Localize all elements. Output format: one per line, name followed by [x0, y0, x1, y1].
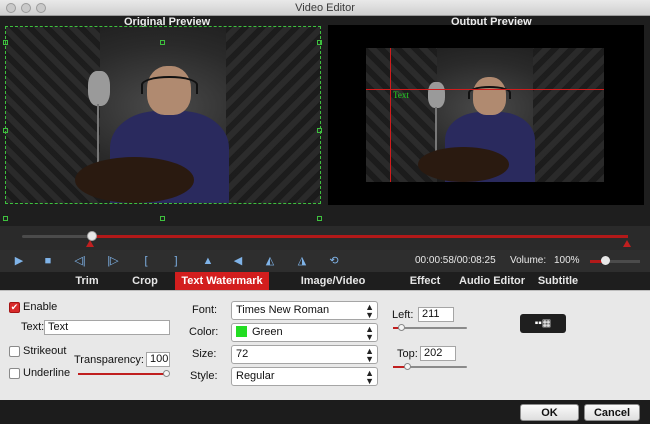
font-select-value: Times New Roman [236, 304, 330, 316]
color-select-value: Green [252, 326, 283, 338]
editor-tabs: Trim Crop Text Watermark Image/Video Wat… [0, 272, 650, 305]
color-swatch [236, 326, 247, 337]
original-preview-video[interactable] [5, 26, 321, 204]
transparency-slider-thumb[interactable] [163, 370, 170, 377]
style-label: Style: [190, 370, 218, 382]
tab-crop[interactable]: Crop [122, 272, 168, 290]
video-frame-image [366, 48, 604, 182]
crop-handle[interactable] [160, 216, 165, 221]
enable-checkbox[interactable]: ✔ [9, 302, 20, 313]
select-arrows-icon: ▲ ▼ [365, 302, 374, 320]
color-label: Color: [189, 326, 219, 338]
size-label: Size: [192, 348, 217, 360]
size-select[interactable]: 72 ▲ ▼ [231, 345, 378, 364]
cancel-button[interactable]: Cancel [584, 404, 640, 421]
top-label: Top: [397, 348, 418, 360]
crop-handle[interactable] [160, 40, 165, 45]
flip-icon[interactable]: ▲ [200, 253, 216, 269]
stop-icon[interactable]: ■ [40, 253, 56, 269]
volume-label: Volume: [510, 255, 547, 266]
enable-label: Enable [23, 301, 58, 313]
font-label: Font: [192, 304, 218, 316]
dialog-footer: OK Cancel [0, 400, 650, 424]
crop-handle[interactable] [317, 216, 322, 221]
select-arrows-icon: ▲ ▼ [365, 324, 374, 342]
playback-controls: ▶ ■ ◁| |▷ [ ] ▲ ◀ ◭ ◮ ⟲ 00:00:58/00:08:2… [0, 250, 650, 272]
snapshot-icon[interactable]: ⟲ [326, 253, 342, 269]
previous-frame-icon[interactable]: ◁| [72, 253, 88, 269]
transparency-slider-fill [78, 373, 166, 375]
output-preview-video [366, 48, 604, 182]
volume-value: 100% [554, 255, 580, 266]
watermark-position-button[interactable]: ▪▪▦ [520, 314, 566, 333]
underline-checkbox[interactable] [9, 368, 20, 379]
text-watermark-panel: ✔ Enable Text: Text Strikeout Transparen… [0, 290, 650, 400]
volume-slider-thumb[interactable] [601, 256, 610, 265]
tab-subtitle[interactable]: Subtitle [535, 272, 581, 290]
left-label: Left: [392, 309, 414, 321]
strikeout-checkbox[interactable] [9, 346, 20, 357]
tab-effect[interactable]: Effect [405, 272, 445, 290]
ok-button[interactable]: OK [520, 404, 579, 421]
mark-in-icon[interactable]: [ [138, 253, 154, 269]
time-display: 00:00:58/00:08:25 [415, 255, 496, 266]
color-select[interactable]: Green ▲ ▼ [231, 323, 378, 342]
end-marker[interactable] [623, 240, 631, 247]
tab-audio-editor[interactable]: Audio Editor [457, 272, 527, 290]
timeline [0, 226, 650, 250]
select-arrows-icon: ▲ ▼ [365, 368, 374, 386]
next-frame-icon[interactable]: |▷ [105, 253, 121, 269]
play-icon[interactable]: ▶ [11, 253, 27, 269]
watermark-guide-vertical [390, 48, 391, 182]
crop-handle[interactable] [3, 128, 8, 133]
mark-out-icon[interactable]: ] [168, 253, 184, 269]
flip-vertical-icon[interactable]: ◭ [262, 253, 278, 269]
rotate-left-icon[interactable]: ◀ [230, 253, 246, 269]
select-arrows-icon: ▲ ▼ [365, 346, 374, 364]
text-label: Text: [21, 321, 45, 333]
start-marker[interactable] [86, 240, 94, 247]
font-select[interactable]: Times New Roman ▲ ▼ [231, 301, 378, 320]
size-select-value: 72 [236, 348, 249, 360]
crop-handle[interactable] [317, 40, 322, 45]
transparency-label: Transparency: [74, 354, 144, 366]
left-slider-thumb[interactable] [398, 324, 405, 331]
style-select[interactable]: Regular ▲ ▼ [231, 367, 378, 386]
window-title: Video Editor [295, 2, 355, 14]
left-input[interactable]: 211 [418, 307, 454, 322]
top-input[interactable]: 202 [420, 346, 456, 361]
strikeout-label: Strikeout [23, 345, 67, 357]
tab-text-watermark[interactable]: Text Watermark [175, 272, 269, 290]
tab-image-video-watermark[interactable]: Image/Video Watermark [273, 272, 393, 305]
style-select-value: Regular [236, 370, 275, 382]
position-grid-icon: ▪▪▦ [534, 318, 552, 329]
title-bar: Video Editor [0, 0, 650, 16]
watermark-text-input[interactable]: Text [44, 320, 170, 335]
watermark-text-overlay[interactable]: Text [393, 90, 409, 100]
top-slider-thumb[interactable] [404, 363, 411, 370]
crop-handle[interactable] [317, 128, 322, 133]
timeline-selection [91, 235, 628, 238]
underline-label: Underline [23, 367, 71, 379]
crop-handle[interactable] [3, 216, 8, 221]
tab-trim[interactable]: Trim [64, 272, 110, 290]
playhead-thumb[interactable] [87, 231, 97, 241]
rotate-right-icon[interactable]: ◮ [294, 253, 310, 269]
video-frame-image [6, 27, 320, 203]
crop-handle[interactable] [3, 40, 8, 45]
transparency-input[interactable]: 100 [146, 352, 170, 367]
